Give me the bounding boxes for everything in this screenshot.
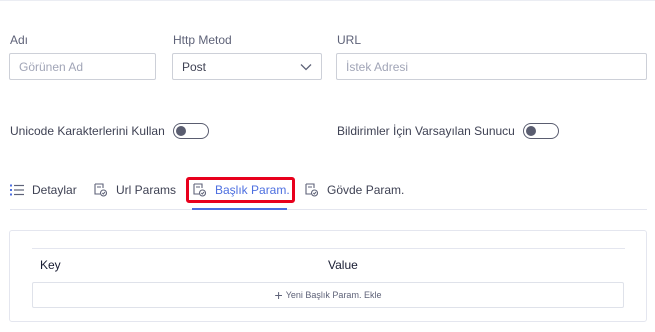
tab-label: Detaylar — [32, 183, 77, 197]
tab-label: Gövde Param. — [327, 183, 405, 197]
tab-url-params[interactable]: Url Params — [94, 180, 176, 200]
tabs-divider — [10, 209, 647, 210]
name-input[interactable] — [9, 53, 156, 80]
chevron-down-icon — [300, 60, 312, 74]
top-divider — [0, 0, 655, 1]
active-tab-indicator — [192, 208, 287, 210]
grid-top-border — [32, 248, 625, 249]
name-label: Adı — [10, 33, 29, 47]
column-header-key: Key — [40, 258, 61, 272]
http-method-select[interactable]: Post — [172, 53, 322, 80]
params-icon — [94, 183, 108, 197]
toggle-knob — [175, 125, 186, 136]
header-params-panel — [9, 230, 647, 322]
list-icon — [10, 184, 24, 196]
plus-icon: + — [274, 287, 283, 303]
unicode-toggle-label: Unicode Karakterlerini Kullan — [10, 124, 165, 138]
toggle-knob — [525, 125, 536, 136]
http-method-label: Http Metod — [173, 33, 232, 47]
add-header-param-button[interactable]: + Yeni Başlık Param. Ekle — [32, 282, 624, 308]
highlight-box — [186, 177, 295, 203]
http-method-value: Post — [182, 59, 207, 74]
default-server-toggle-label: Bildirimler İçin Varsayılan Sunucu — [337, 124, 515, 138]
tab-govde-param[interactable]: Gövde Param. — [305, 180, 404, 200]
column-header-value: Value — [328, 258, 358, 272]
url-input[interactable] — [336, 53, 647, 80]
add-header-param-label: Yeni Başlık Param. Ekle — [285, 290, 382, 300]
unicode-toggle[interactable] — [173, 123, 209, 139]
url-label: URL — [337, 33, 362, 47]
params-icon — [305, 183, 319, 197]
tab-label: Url Params — [116, 183, 177, 197]
default-server-toggle[interactable] — [523, 123, 559, 139]
tab-detaylar[interactable]: Detaylar — [10, 180, 77, 200]
